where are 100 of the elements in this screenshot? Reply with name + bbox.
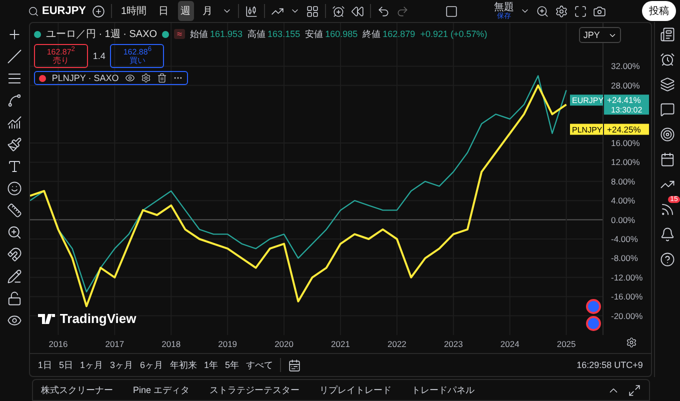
camera-icon[interactable] xyxy=(592,4,606,18)
panel-tab[interactable]: ストラテジーテスター xyxy=(210,384,300,396)
zoom-in-icon[interactable] xyxy=(6,225,22,240)
axis-label: 2016 xyxy=(48,339,68,349)
sell-button[interactable]: 162.87$^{2}$ 売り xyxy=(34,44,88,68)
redo-icon[interactable] xyxy=(396,4,409,18)
interval-tab[interactable]: 1時間 xyxy=(118,1,150,21)
symbol-title: ユーロ／円 · 1週 · SAXO xyxy=(46,28,158,41)
compare-symbol: PLNJPY · SAXO xyxy=(52,73,119,84)
range-button[interactable]: 5日 xyxy=(58,358,73,372)
ohlc-value: 160.985 xyxy=(325,29,358,39)
symbol-name[interactable]: EURJPY xyxy=(42,5,86,17)
clock: 16:29:58 UTC+9 xyxy=(576,360,643,370)
axis-label: 2020 xyxy=(274,339,294,349)
bell-icon[interactable] xyxy=(660,227,675,242)
ohlc-value: 161.953 xyxy=(210,29,243,39)
interval-tab[interactable]: 週 xyxy=(178,1,194,21)
fullscreen-icon[interactable] xyxy=(574,4,587,18)
eye-icon[interactable] xyxy=(6,313,22,328)
event-icon[interactable] xyxy=(586,299,601,314)
panel-tab[interactable]: トレードパネル xyxy=(412,384,475,396)
ohlc-label: 安値 xyxy=(305,28,324,40)
newspaper-icon[interactable] xyxy=(660,27,675,42)
axis-label: 2022 xyxy=(387,339,406,349)
axis-label: 12.00% xyxy=(610,157,640,168)
compare-legend[interactable]: PLNJPY · SAXO xyxy=(34,71,188,86)
axis-label: 2021 xyxy=(330,339,350,349)
layers-icon[interactable] xyxy=(660,77,675,92)
undo-icon[interactable] xyxy=(376,4,390,18)
alarm-icon[interactable] xyxy=(660,52,675,67)
range-button[interactable]: 5年 xyxy=(225,358,240,372)
pencil-icon[interactable] xyxy=(6,269,22,284)
range-button[interactable]: すべて xyxy=(246,358,274,372)
axis-label: 2024 xyxy=(500,339,520,349)
pattern-icon[interactable] xyxy=(6,93,22,108)
post-button[interactable]: 投稿 xyxy=(642,1,676,21)
axis-label: 2023 xyxy=(444,339,463,349)
axis-label: -20.00% xyxy=(610,310,643,321)
layout-icon[interactable] xyxy=(444,4,458,18)
ruler-icon[interactable] xyxy=(6,203,22,218)
settings-icon[interactable] xyxy=(554,4,568,18)
range-button[interactable]: 1日 xyxy=(38,358,52,372)
layout-name[interactable]: 無題 xyxy=(494,2,514,12)
axis-label: 2025 xyxy=(556,339,576,349)
help-icon[interactable] xyxy=(660,252,675,267)
axis-label: 0.00% xyxy=(610,214,636,225)
market-badge: ≈ xyxy=(174,29,185,39)
axis-label: -8.00% xyxy=(610,253,638,264)
calendar-icon[interactable] xyxy=(660,152,675,167)
smile-icon[interactable] xyxy=(6,181,22,196)
range-button[interactable]: 1年 xyxy=(204,358,218,372)
trash-icon[interactable] xyxy=(156,73,167,84)
expand-icon[interactable] xyxy=(628,384,641,396)
axis-label: -16.00% xyxy=(610,292,643,302)
panel-tab[interactable]: Pine エディタ xyxy=(133,384,190,396)
magnet-icon[interactable] xyxy=(6,247,22,262)
axis-label: 2019 xyxy=(218,339,237,349)
interval-tab[interactable]: 月 xyxy=(200,1,216,21)
search-icon[interactable] xyxy=(536,4,549,18)
ohlc-value: 162.879 xyxy=(382,29,416,39)
lines-icon[interactable] xyxy=(6,71,22,86)
axis-label: 8.00% xyxy=(610,176,636,186)
panel-tab[interactable]: リプレイトレード xyxy=(320,384,392,396)
crosshair-icon[interactable] xyxy=(6,27,22,42)
brush-icon[interactable] xyxy=(6,137,22,152)
currency-select[interactable]: JPY xyxy=(579,27,621,43)
calendar-icon[interactable] xyxy=(288,358,302,372)
axis-label: 32.00% xyxy=(610,61,640,72)
candlestick-icon[interactable] xyxy=(244,4,258,18)
line-icon[interactable] xyxy=(6,49,22,64)
range-button[interactable]: 6ヶ月 xyxy=(140,358,163,372)
event-icon[interactable] xyxy=(586,316,601,331)
ohlc-label: 始値 xyxy=(190,28,208,40)
text-icon[interactable] xyxy=(6,159,22,174)
search-icon[interactable] xyxy=(28,6,39,16)
range-button[interactable]: 年初来 xyxy=(170,358,197,372)
ohlc-value: 163.155 xyxy=(268,29,300,39)
ruler-lines-icon[interactable] xyxy=(6,115,22,130)
eye-icon[interactable] xyxy=(124,73,135,84)
axis-label: 16.00% xyxy=(610,138,640,148)
logo-text: TradingView xyxy=(60,311,136,326)
grid-icon[interactable] xyxy=(306,4,319,18)
axis-label: 2017 xyxy=(105,339,124,349)
settings-icon[interactable] xyxy=(626,337,637,348)
range-button[interactable]: 3ヶ月 xyxy=(110,358,133,372)
axis-label: -12.00% xyxy=(610,272,643,282)
panel-tab[interactable]: 株式スクリーナー xyxy=(41,384,113,396)
chat-icon[interactable] xyxy=(660,102,675,117)
rewind-icon[interactable] xyxy=(350,4,364,18)
range-button[interactable]: 1ヶ月 xyxy=(80,358,103,372)
add-icon[interactable] xyxy=(92,4,106,18)
interval-tab[interactable]: 日 xyxy=(156,1,172,21)
feed-icon[interactable] xyxy=(660,202,675,217)
settings-icon[interactable] xyxy=(140,73,151,84)
ohlc-label: 高値 xyxy=(248,28,266,40)
logo-icon xyxy=(38,314,56,324)
target-icon[interactable] xyxy=(660,127,675,142)
buy-button[interactable]: 162.88$^{6}$ 買い xyxy=(110,44,164,68)
unlock-icon[interactable] xyxy=(6,291,22,306)
alarm-icon[interactable] xyxy=(332,4,345,18)
